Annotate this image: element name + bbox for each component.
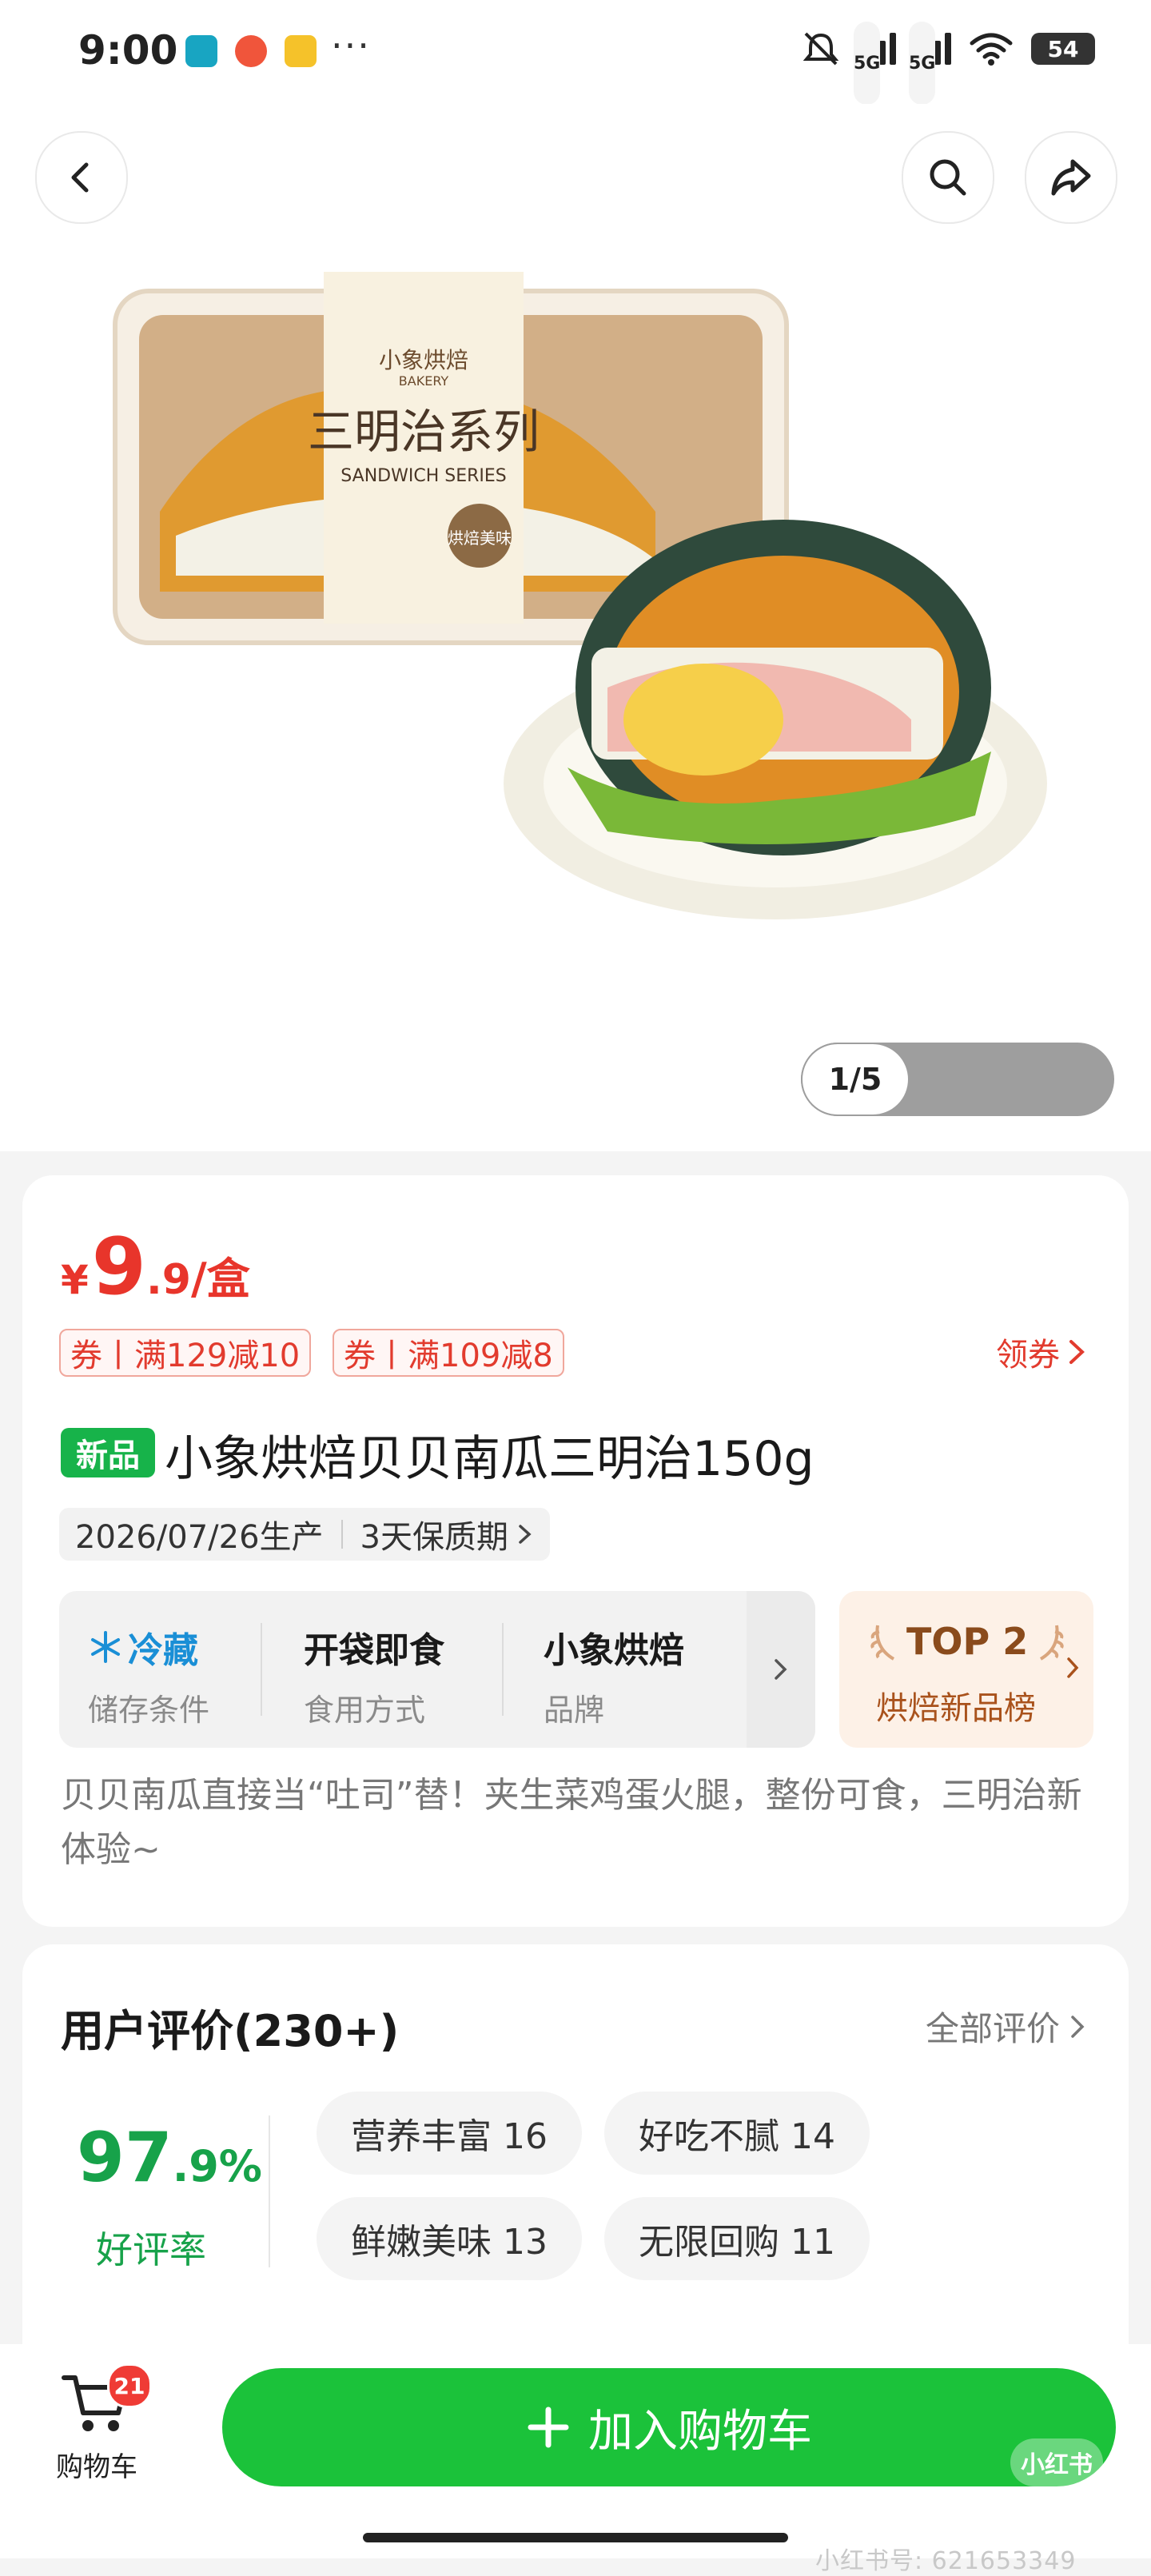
- home-indicator[interactable]: [363, 2533, 788, 2542]
- review-tag[interactable]: 营养丰富 16: [317, 2092, 582, 2175]
- product-gallery[interactable]: 小象烘焙 BAKERY 三明治系列 SANDWICH SERIES 烘焙美味: [0, 104, 1151, 1151]
- svg-text:小象烘焙: 小象烘焙: [379, 347, 468, 373]
- laurel-left-icon: [870, 1625, 895, 1661]
- app-notification-icon: [185, 35, 217, 67]
- search-button[interactable]: [902, 131, 994, 224]
- cart-label: 购物车: [56, 2451, 137, 2483]
- reviews-title: 用户评价(230+): [61, 2006, 400, 2056]
- add-to-cart-button[interactable]: 加入购物车: [222, 2368, 1116, 2486]
- new-product-badge: 新品: [61, 1428, 155, 1477]
- signal-icon: 5G: [854, 22, 896, 105]
- positive-rate: 97 .9%: [77, 2123, 262, 2192]
- attribute-value: 开袋即食: [304, 1630, 444, 1671]
- review-tag[interactable]: 无限回购 11: [604, 2197, 870, 2280]
- attribute-usage: 开袋即食 食用方式: [304, 1621, 444, 1729]
- product-image: 小象烘焙 BAKERY 三明治系列 SANDWICH SERIES 烘焙美味: [113, 272, 1047, 919]
- back-button[interactable]: [35, 131, 128, 224]
- battery-indicator: 54: [1031, 33, 1095, 65]
- positive-rate-label: 好评率: [96, 2228, 206, 2271]
- app-notification-icon: [235, 35, 267, 67]
- product-attributes[interactable]: 冷藏 储存条件 开袋即食 食用方式 小象烘焙 品牌: [59, 1591, 815, 1748]
- price: ¥ 9 .9 /盒: [61, 1228, 250, 1306]
- price-integer: 9: [91, 1222, 146, 1313]
- snowflake-icon: [91, 1631, 120, 1663]
- image-counter: 1/5: [801, 1043, 910, 1116]
- price-unit: /盒: [190, 1254, 250, 1304]
- attribute-label: 食用方式: [304, 1693, 426, 1728]
- watermark: 小红书号: 621653349: [815, 2547, 1077, 2575]
- divider: [502, 1623, 504, 1716]
- attribute-brand: 小象烘焙 品牌: [544, 1621, 684, 1729]
- production-date: 2026/07/26生产: [75, 1519, 324, 1556]
- divider: [269, 2115, 270, 2267]
- ranking-badge[interactable]: TOP 2 烘焙新品榜: [839, 1591, 1093, 1748]
- attribute-value: 小象烘焙: [544, 1630, 684, 1671]
- laurel-right-icon: [1040, 1625, 1064, 1661]
- signal-icon: 5G: [909, 22, 951, 105]
- rate-decimal: .9%: [172, 2141, 262, 2191]
- xiaohongshu-logo: 小红书: [1010, 2438, 1103, 2486]
- ranking-rank: TOP 2: [906, 1620, 1029, 1663]
- review-tag[interactable]: 鲜嫩美味 13: [317, 2197, 582, 2280]
- chevron-right-icon: [775, 1659, 787, 1680]
- attribute-label: 品牌: [544, 1693, 605, 1728]
- share-button[interactable]: [1025, 131, 1117, 224]
- get-coupon-label: 领券: [996, 1337, 1060, 1374]
- plus-icon: [528, 2407, 569, 2448]
- image-pager: 1/5: [801, 1043, 1114, 1116]
- attribute-storage: 冷藏 储存条件: [88, 1621, 209, 1729]
- svg-text:SANDWICH SERIES: SANDWICH SERIES: [341, 466, 506, 486]
- cart-count-badge: 21: [107, 2363, 152, 2408]
- divider: [341, 1520, 343, 1549]
- status-time: 9:00: [78, 27, 178, 74]
- price-currency: ¥: [61, 1257, 89, 1303]
- attribute-label: 储存条件: [88, 1693, 210, 1728]
- status-indicators: 5G 5G 54: [801, 22, 1095, 105]
- product-title: 小象烘焙贝贝南瓜三明治150g: [165, 1431, 814, 1487]
- all-reviews-link[interactable]: 全部评价: [926, 2002, 1087, 2051]
- svg-text:烘焙美味: 烘焙美味: [448, 528, 512, 548]
- mute-icon: [803, 32, 839, 66]
- rate-integer: 97: [77, 2118, 173, 2198]
- get-coupon-button[interactable]: 领券: [996, 1329, 1087, 1375]
- ranking-title: TOP 2: [870, 1620, 1065, 1663]
- divider: [261, 1623, 262, 1716]
- search-icon: [930, 159, 966, 196]
- wifi-icon: [970, 33, 1013, 66]
- attribute-value: 冷藏: [128, 1630, 198, 1671]
- attributes-more[interactable]: [747, 1591, 815, 1748]
- svg-text:BAKERY: BAKERY: [399, 373, 449, 389]
- coupon-tag[interactable]: 券丨满109减8: [333, 1329, 564, 1377]
- shelf-life: 3天保质期: [360, 1519, 508, 1556]
- chevron-right-icon: [1069, 1340, 1085, 1364]
- chevron-left-icon: [71, 162, 89, 193]
- product-description: 贝贝南瓜直接当“吐司”替！夹生菜鸡蛋火腿，整份可食，三明治新体验~: [61, 1775, 1082, 1870]
- review-tag[interactable]: 好吃不腻 14: [604, 2092, 870, 2175]
- chevron-right-icon: [519, 1525, 532, 1544]
- all-reviews-label: 全部评价: [925, 2009, 1060, 2048]
- more-notifications-icon: ···: [331, 24, 371, 67]
- add-to-cart-label: 加入购物车: [588, 2405, 812, 2458]
- svg-text:三明治系列: 三明治系列: [308, 405, 540, 459]
- shelf-life-info[interactable]: 2026/07/26生产 3天保质期: [59, 1508, 550, 1561]
- coupon-tag[interactable]: 券丨满129减10: [59, 1329, 312, 1377]
- ranking-list-name: 烘焙新品榜: [876, 1690, 1036, 1727]
- price-decimal: .9: [146, 1256, 191, 1304]
- weibo-icon: [285, 35, 317, 67]
- status-bar: 9:00 ··· 5G 5G 54: [0, 0, 1151, 105]
- chevron-right-icon: [1071, 2015, 1085, 2038]
- share-icon: [1051, 159, 1091, 196]
- chevron-right-icon: [1067, 1657, 1079, 1678]
